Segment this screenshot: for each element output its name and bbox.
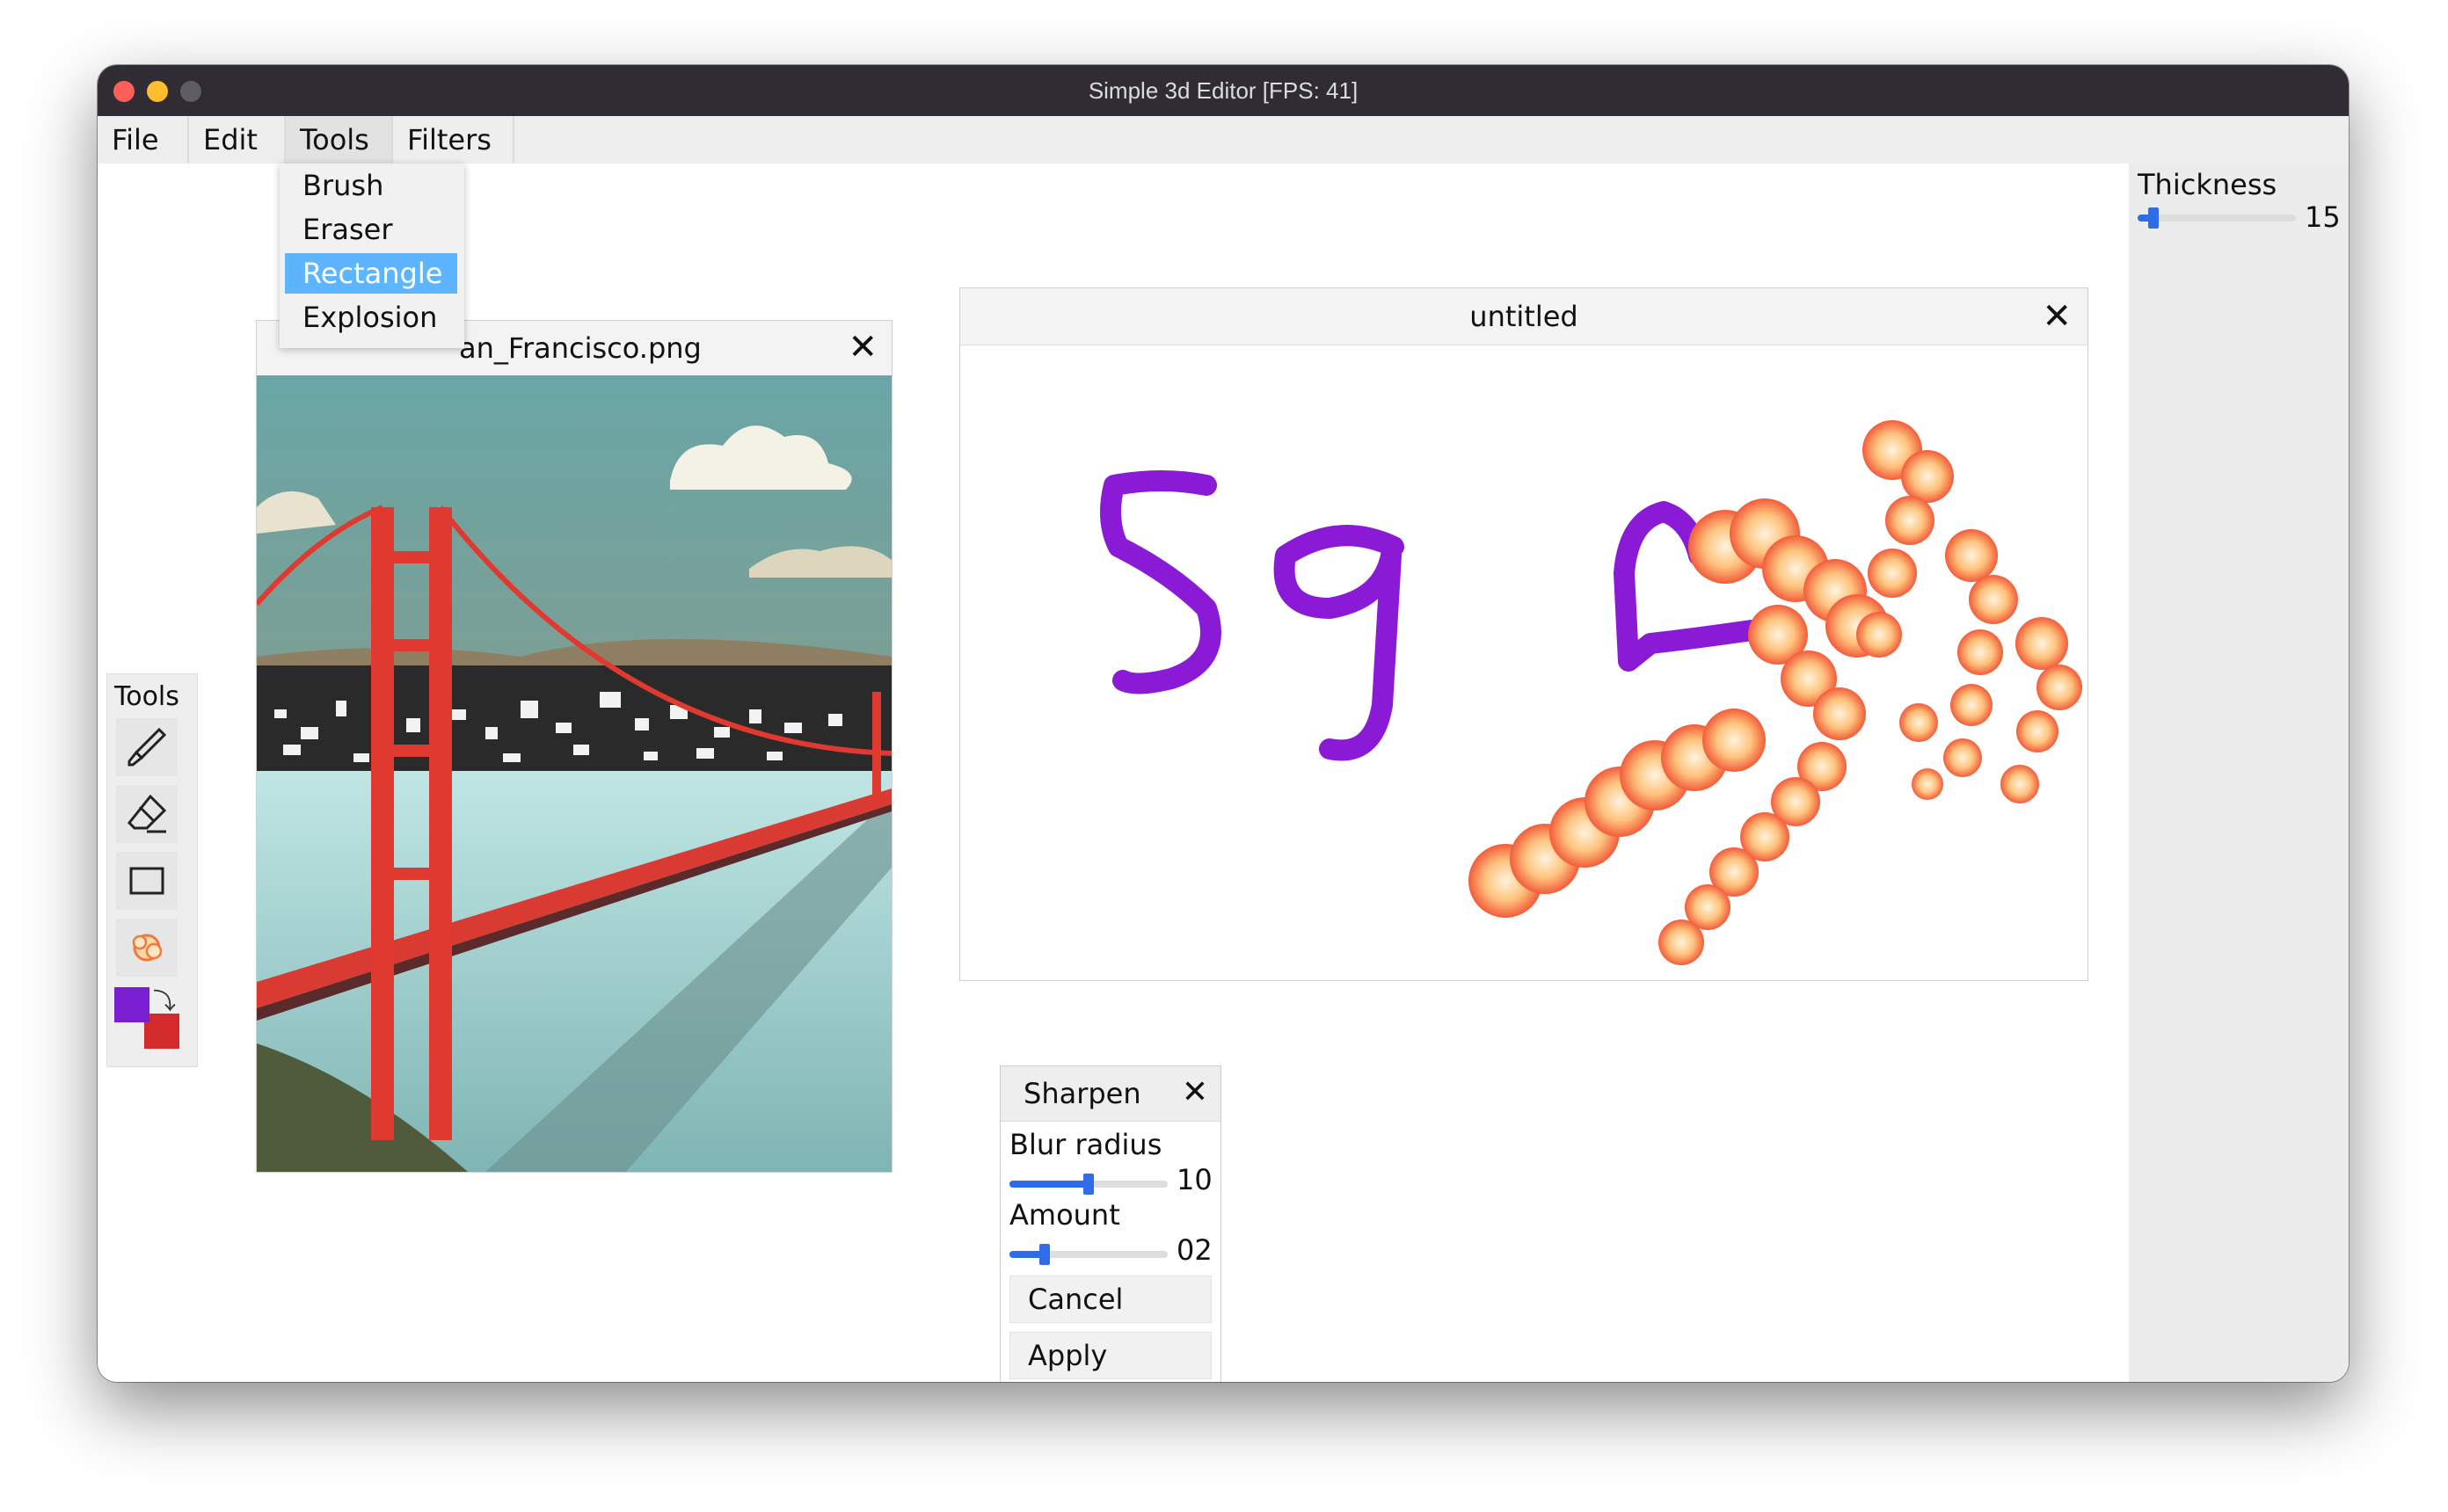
eraser-tool-button[interactable]: [116, 785, 178, 843]
rectangle-tool-button[interactable]: [116, 852, 178, 910]
document-window-title: untitled: [1469, 300, 1578, 333]
amount-label: Amount: [1009, 1198, 1120, 1232]
background-color-swatch[interactable]: [144, 1014, 179, 1049]
swap-colors-icon[interactable]: ⤵: [153, 984, 176, 1016]
brush-tool-button[interactable]: [116, 718, 178, 776]
drawing-canvas[interactable]: [960, 345, 2087, 980]
brush-icon: [128, 727, 167, 767]
menu-item-eraser[interactable]: Eraser: [285, 209, 457, 250]
thickness-label: Thickness: [2138, 168, 2277, 201]
explosion-icon: [132, 934, 163, 962]
foreground-color-swatch[interactable]: [114, 987, 149, 1022]
menu-item-brush[interactable]: Brush: [285, 165, 457, 206]
blur-radius-slider[interactable]: [1009, 1174, 1168, 1195]
menu-separator: [513, 116, 514, 164]
thickness-slider[interactable]: [2138, 207, 2296, 229]
document-window-titlebar[interactable]: untitled ✕: [960, 288, 2087, 345]
title-bar: Simple 3d Editor [FPS: 41]: [98, 65, 2349, 116]
window-title: Simple 3d Editor [FPS: 41]: [1088, 77, 1359, 104]
zoom-window-button[interactable]: [180, 81, 201, 102]
tools-panel-title: Tools: [114, 681, 179, 712]
thickness-thumb[interactable]: [2148, 207, 2159, 229]
golden-gate-image: [257, 375, 892, 1172]
amount-slider[interactable]: [1009, 1244, 1168, 1265]
app-window: Simple 3d Editor [FPS: 41] File Edit Too…: [98, 65, 2349, 1382]
menu-item-explosion[interactable]: Explosion: [285, 297, 457, 338]
thickness-value: 15: [2305, 200, 2341, 234]
close-icon[interactable]: ✕: [1182, 1075, 1208, 1110]
eraser-icon: [127, 794, 167, 833]
close-icon[interactable]: ✕: [2042, 299, 2072, 334]
amount-value: 02: [1177, 1233, 1213, 1267]
tools-panel: Tools ⤵: [106, 673, 198, 1067]
blur-radius-label: Blur radius: [1009, 1128, 1162, 1161]
minimize-window-button[interactable]: [147, 81, 168, 102]
menu-edit[interactable]: Edit: [189, 116, 284, 164]
sharpen-dialog-title: Sharpen: [1024, 1077, 1141, 1110]
sharpen-dialog: Sharpen ✕ Blur radius 10 Amount 02 Cance…: [1000, 1065, 1221, 1382]
blur-radius-thumb[interactable]: [1083, 1174, 1094, 1195]
menu-file[interactable]: File: [98, 116, 187, 164]
blur-radius-fill: [1009, 1181, 1089, 1188]
blur-radius-value: 10: [1177, 1163, 1213, 1196]
menu-filters[interactable]: Filters: [393, 116, 513, 164]
amount-thumb[interactable]: [1038, 1244, 1050, 1265]
document-window: untitled ✕: [959, 287, 2088, 981]
menu-tools[interactable]: Tools: [286, 116, 391, 164]
explosion-tool-button[interactable]: [116, 919, 178, 977]
tools-dropdown-menu: Brush Eraser Rectangle Explosion: [280, 164, 464, 348]
close-window-button[interactable]: [113, 81, 135, 102]
menu-item-rectangle[interactable]: Rectangle: [285, 253, 457, 294]
image-window: an_Francisco.png ✕: [256, 320, 892, 1173]
properties-panel: Thickness 15: [2129, 164, 2349, 1382]
image-window-title: an_Francisco.png: [459, 331, 702, 365]
rectangle-icon: [129, 867, 164, 895]
apply-button[interactable]: Apply: [1009, 1332, 1212, 1379]
menu-bar: File Edit Tools Filters: [98, 116, 2349, 164]
cancel-button[interactable]: Cancel: [1009, 1276, 1212, 1323]
close-icon[interactable]: ✕: [848, 330, 878, 365]
sharpen-dialog-titlebar[interactable]: Sharpen ✕: [1001, 1066, 1220, 1122]
